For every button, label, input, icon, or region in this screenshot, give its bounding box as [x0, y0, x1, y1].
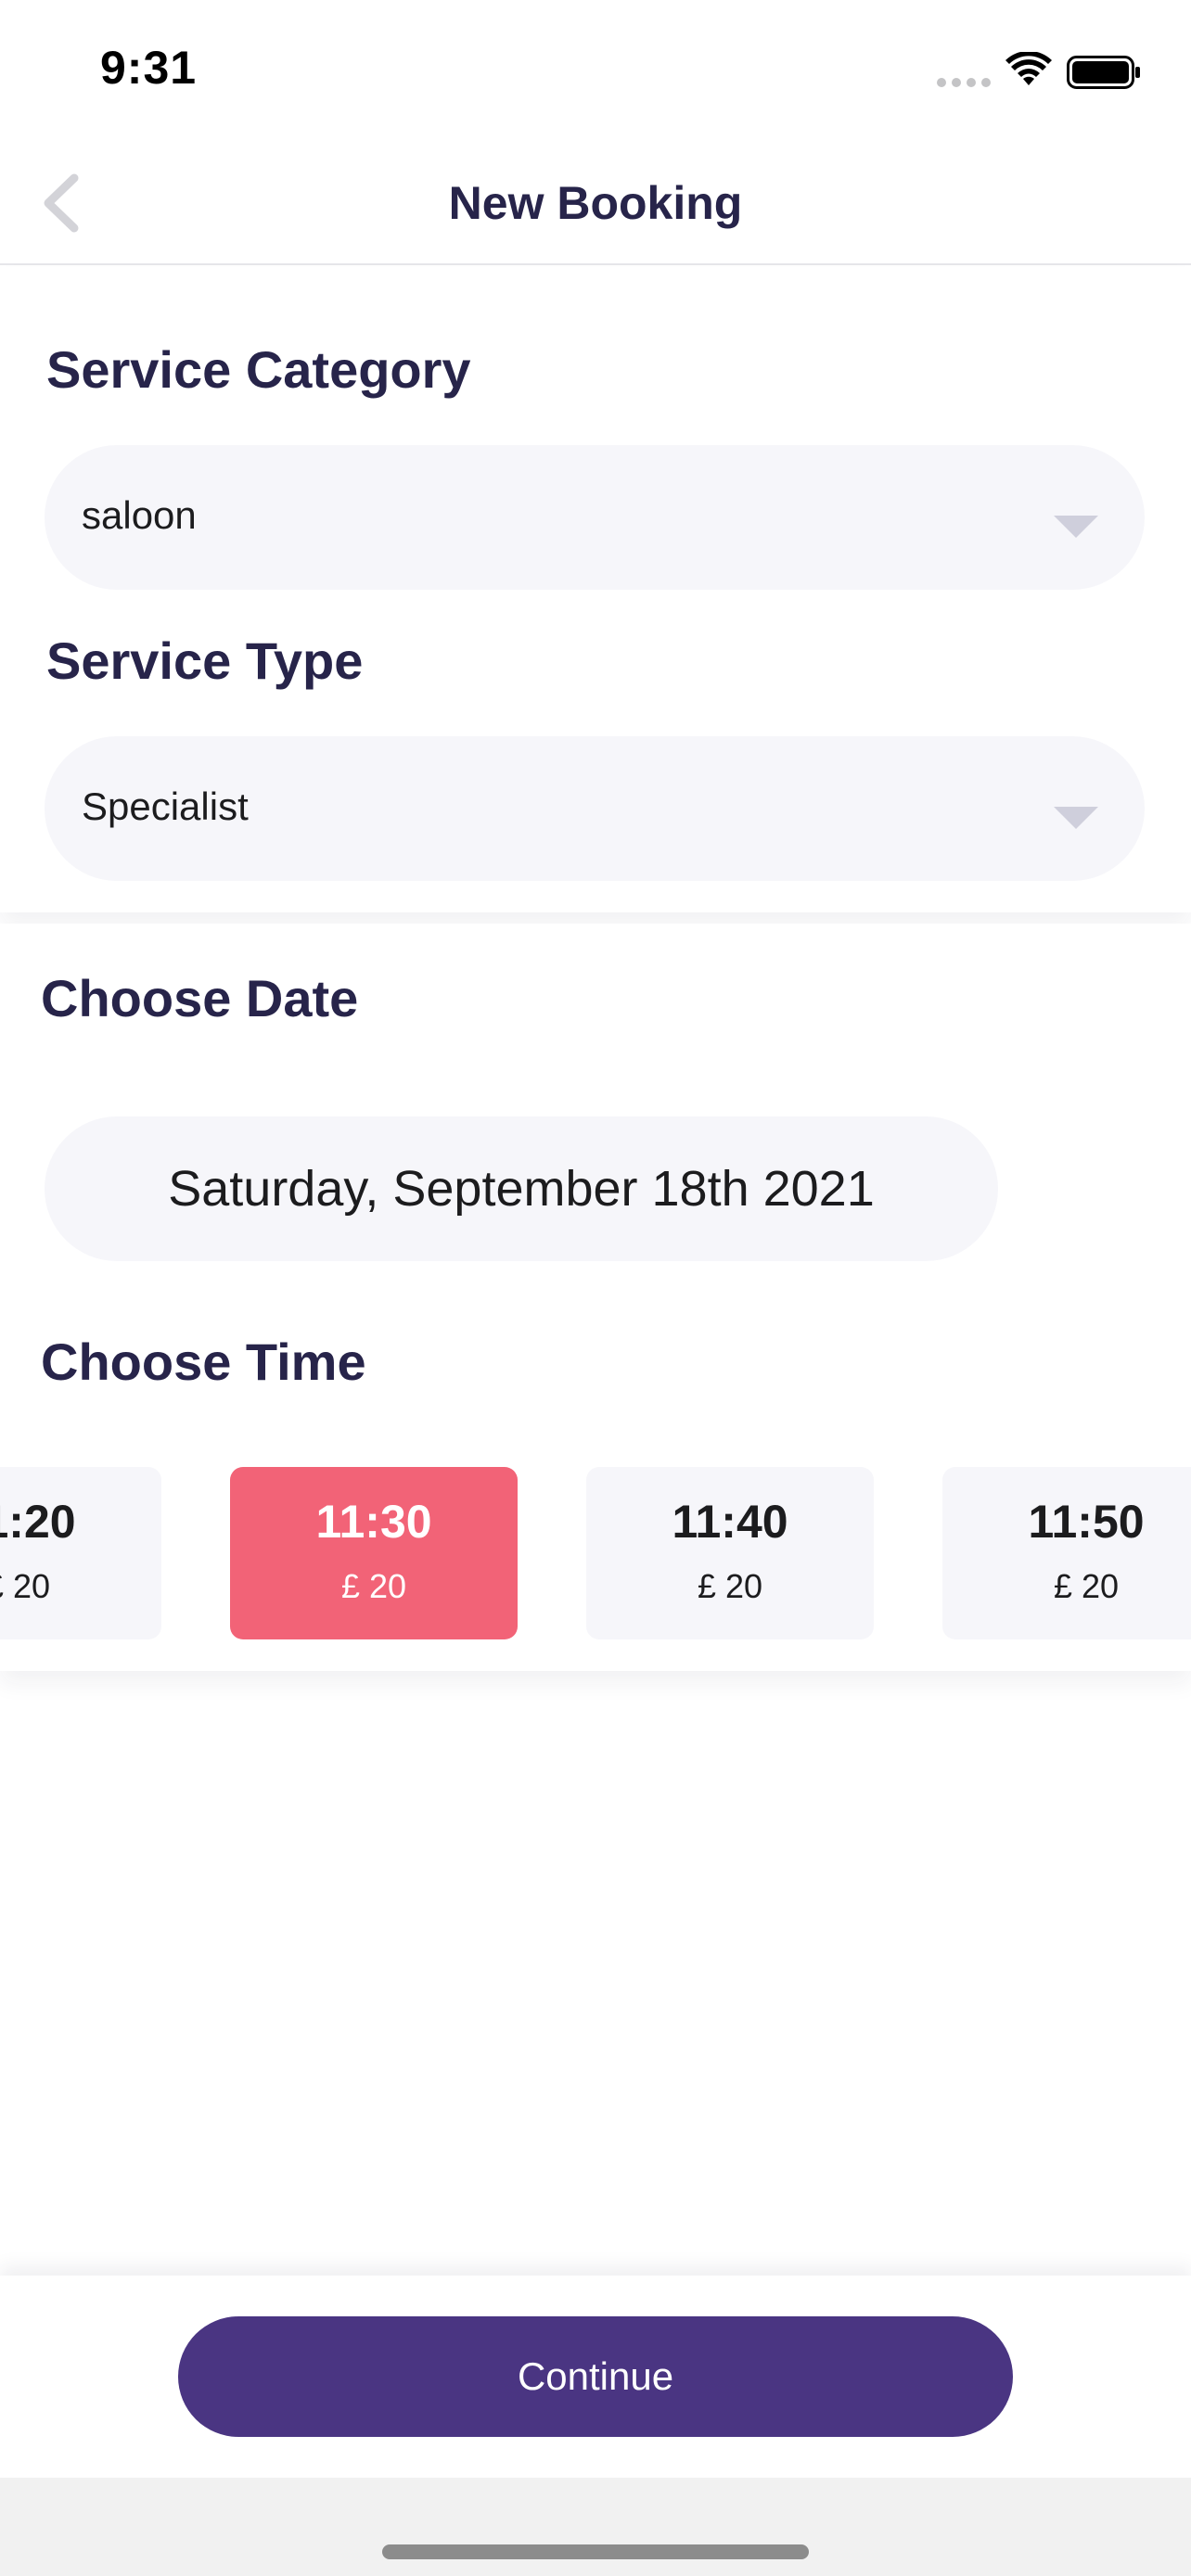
time-slot[interactable]: 11:50 £ 20: [942, 1467, 1191, 1639]
home-indicator[interactable]: [382, 2544, 809, 2559]
time-slot-list[interactable]: 11:20 £ 20 11:30 £ 20 11:40 £ 20 11:50 £…: [0, 1467, 1191, 1639]
continue-button[interactable]: Continue: [178, 2316, 1013, 2437]
bottom-action-bar: Continue: [0, 2276, 1191, 2478]
wifi-icon: [1005, 52, 1052, 85]
time-slot-price: £ 20: [697, 1567, 763, 1605]
time-slot-time: 11:30: [315, 1496, 432, 1548]
time-slot-price: £ 20: [0, 1567, 51, 1605]
time-slot-time: 11:40: [672, 1496, 788, 1548]
service-category-label: Service Category: [46, 340, 471, 399]
service-type-value: Specialist: [82, 784, 249, 828]
time-slot[interactable]: 11:40 £ 20: [586, 1467, 874, 1639]
status-bar: 9:31: [0, 0, 1191, 139]
status-time: 9:31: [100, 42, 198, 94]
time-slot-time: 11:20: [0, 1496, 76, 1548]
page-title: New Booking: [448, 177, 743, 229]
service-type-dropdown[interactable]: Specialist: [45, 736, 1145, 881]
dropdown-arrow-icon: [1054, 807, 1098, 829]
service-category-value: saloon: [82, 493, 197, 537]
time-slot-price: £ 20: [1053, 1567, 1120, 1605]
time-slot-price: £ 20: [340, 1567, 407, 1605]
service-type-label: Service Type: [46, 631, 364, 690]
home-indicator-area: [0, 2478, 1191, 2576]
service-category-dropdown[interactable]: saloon: [45, 445, 1145, 590]
time-slot-selected[interactable]: 11:30 £ 20: [230, 1467, 518, 1639]
service-selection-card: Service Category saloon Service Type Spe…: [0, 267, 1191, 912]
choose-time-label: Choose Time: [41, 1333, 366, 1391]
cellular-signal-icon: [937, 78, 992, 89]
choose-date-label: Choose Date: [41, 969, 359, 1027]
navigation-bar: New Booking: [0, 139, 1191, 265]
time-slot-time: 11:50: [1028, 1496, 1145, 1548]
date-time-card: Choose Date Saturday, September 18th 202…: [0, 924, 1191, 1671]
time-slot[interactable]: 11:20 £ 20: [0, 1467, 161, 1639]
battery-icon: [1067, 56, 1140, 89]
date-picker-button[interactable]: Saturday, September 18th 2021: [45, 1116, 998, 1261]
dropdown-arrow-icon: [1054, 516, 1098, 538]
